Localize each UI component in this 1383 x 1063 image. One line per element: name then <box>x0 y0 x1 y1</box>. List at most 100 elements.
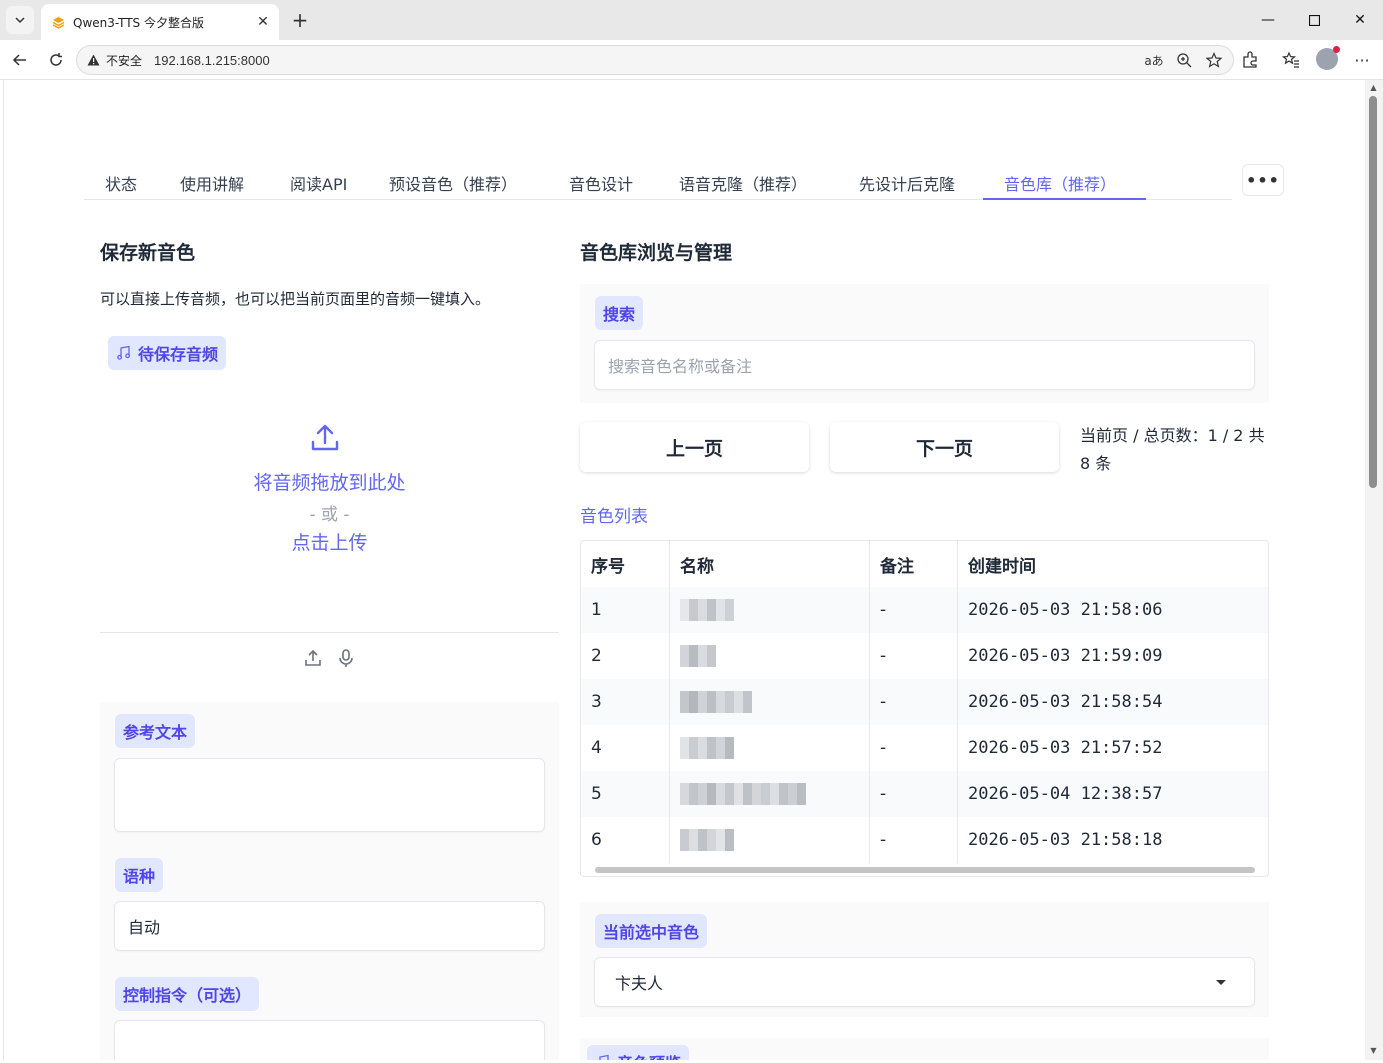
tab-voice-library[interactable]: 音色库（推荐） <box>1004 166 1116 200</box>
voice-preview-text: 音色预览 <box>617 1050 681 1060</box>
row-index: 2 <box>581 633 670 679</box>
row-note: - <box>870 679 958 725</box>
table-row[interactable]: 2 - 2026-05-03 21:59:09 <box>581 633 1268 679</box>
music-note-icon <box>599 1054 609 1060</box>
row-name-blurred <box>670 771 870 817</box>
tab-design-then-clone[interactable]: 先设计后克隆 <box>859 166 955 200</box>
pending-audio-text: 待保存音频 <box>138 345 219 364</box>
browser-toolbar: 不安全 192.168.1.215:8000 aあ ··· <box>0 40 1383 80</box>
row-index: 6 <box>581 817 670 863</box>
save-voice-title: 保存新音色 <box>100 242 196 264</box>
browser-titlebar: Qwen3-TTS 今夕整合版 ✕ + — ✕ <box>0 0 1383 40</box>
tab-preset-voices[interactable]: 预设音色（推荐） <box>389 166 517 200</box>
blurred-name <box>680 691 752 713</box>
audio-dropzone[interactable]: 待保存音频 将音频拖放到此处 - 或 - 点击上传 <box>100 332 559 680</box>
table-scroll-thumb[interactable] <box>595 867 1255 873</box>
table-row[interactable]: 1 - 2026-05-03 21:58:06 <box>581 587 1268 633</box>
maximize-icon[interactable] <box>1291 0 1337 40</box>
zoom-icon[interactable] <box>1173 49 1195 71</box>
music-note-icon <box>117 345 131 360</box>
favorites-icon[interactable] <box>1279 48 1303 72</box>
new-tab-icon[interactable]: + <box>288 8 312 32</box>
library-title: 音色库浏览与管理 <box>580 242 733 264</box>
url-text[interactable]: 192.168.1.215:8000 <box>154 53 270 68</box>
or-separator: - 或 - <box>309 505 350 525</box>
scroll-down-icon[interactable]: ▼ <box>1369 1047 1378 1055</box>
back-icon[interactable] <box>6 46 34 74</box>
language-select[interactable]: 自动 <box>114 901 545 951</box>
selected-voice-dropdown[interactable]: 卞夫人 <box>594 957 1255 1007</box>
upload-file-icon[interactable] <box>303 648 323 668</box>
click-upload-link[interactable]: 点击上传 <box>100 528 559 555</box>
table-row[interactable]: 4 - 2026-05-03 21:57:52 <box>581 725 1268 771</box>
row-created: 2026-05-04 12:38:57 <box>968 784 1163 804</box>
close-window-icon[interactable]: ✕ <box>1337 0 1383 40</box>
row-index: 5 <box>581 771 670 817</box>
page-scrollbar[interactable]: ▲ ▼ <box>1365 80 1383 1060</box>
close-tab-icon[interactable]: ✕ <box>253 12 273 32</box>
tab-read-api[interactable]: 阅读API <box>290 166 347 200</box>
col-created[interactable]: 创建时间 <box>958 541 1268 587</box>
search-input[interactable]: 搜索音色名称或备注 <box>594 340 1255 390</box>
address-bar[interactable]: 不安全 192.168.1.215:8000 aあ <box>76 45 1234 75</box>
favorite-star-icon[interactable] <box>1203 49 1225 71</box>
save-voice-description: 可以直接上传音频，也可以把当前页面里的音频一键填入。 <box>100 290 491 308</box>
row-created: 2026-05-03 21:57:52 <box>968 738 1163 758</box>
row-note: - <box>870 771 958 817</box>
tab-voice-design[interactable]: 音色设计 <box>569 166 633 200</box>
translate-icon[interactable]: aあ <box>1143 49 1165 71</box>
ref-text-label: 参考文本 <box>115 714 196 748</box>
next-page-button[interactable]: 下一页 <box>830 422 1059 472</box>
row-created: 2026-05-03 21:58:54 <box>968 692 1163 712</box>
col-index[interactable]: 序号 <box>581 541 670 587</box>
table-row[interactable]: 5 - 2026-05-04 12:38:57 <box>581 771 1268 817</box>
page-viewport: 状态 使用讲解 阅读API 预设音色（推荐） 音色设计 语音克隆（推荐） 先设计… <box>3 80 1365 1060</box>
reload-icon[interactable] <box>42 46 70 74</box>
page-scroll-thumb[interactable] <box>1369 96 1377 488</box>
microphone-icon[interactable] <box>336 648 356 668</box>
active-tab-indicator <box>983 198 1146 200</box>
col-name[interactable]: 名称 <box>670 541 870 587</box>
browser-tab-title: Qwen3-TTS 今夕整合版 <box>73 15 204 30</box>
security-label: 不安全 <box>106 53 143 68</box>
notification-dot <box>1333 46 1340 53</box>
row-created: 2026-05-03 21:58:18 <box>968 830 1163 850</box>
instruction-label: 控制指令（可选） <box>115 977 260 1011</box>
ref-text-input[interactable] <box>114 758 545 832</box>
row-name-blurred <box>670 817 870 863</box>
row-note: - <box>870 725 958 771</box>
instruction-input[interactable] <box>114 1020 545 1060</box>
blurred-name <box>680 737 734 759</box>
selected-voice-label: 当前选中音色 <box>595 914 708 948</box>
more-tabs-button[interactable]: ••• <box>1242 164 1284 196</box>
row-index: 3 <box>581 679 670 725</box>
upload-icon <box>309 422 341 454</box>
voice-preview-label: 音色预览 <box>587 1045 690 1060</box>
dropdown-caret-icon <box>1216 980 1226 985</box>
tab-status[interactable]: 状态 <box>105 166 137 200</box>
extensions-icon[interactable] <box>1238 48 1262 72</box>
blurred-name <box>680 783 806 805</box>
row-index: 1 <box>581 587 670 633</box>
page-info: 当前页 / 总页数：1 / 2 共 8 条 <box>1080 426 1265 473</box>
tab-voice-clone[interactable]: 语音克隆（推荐） <box>679 166 807 200</box>
security-indicator[interactable]: 不安全 <box>87 52 142 69</box>
tab-list-button[interactable] <box>6 6 34 34</box>
prev-page-button[interactable]: 上一页 <box>580 422 809 472</box>
search-label: 搜索 <box>595 296 644 330</box>
scroll-up-icon[interactable]: ▲ <box>1369 84 1378 92</box>
favicon-icon <box>51 15 65 29</box>
row-note: - <box>870 587 958 633</box>
row-name-blurred <box>670 725 870 771</box>
browser-tab[interactable]: Qwen3-TTS 今夕整合版 ✕ <box>41 4 279 40</box>
col-note[interactable]: 备注 <box>870 541 958 587</box>
language-label: 语种 <box>115 858 164 892</box>
settings-more-icon[interactable]: ··· <box>1350 48 1374 72</box>
tab-guide[interactable]: 使用讲解 <box>180 166 244 200</box>
table-horizontal-scrollbar[interactable] <box>581 864 1268 876</box>
row-name-blurred <box>670 633 870 679</box>
row-name-blurred <box>670 587 870 633</box>
table-row[interactable]: 3 - 2026-05-03 21:58:54 <box>581 679 1268 725</box>
table-row[interactable]: 6 - 2026-05-03 21:58:18 <box>581 817 1268 863</box>
minimize-icon[interactable]: — <box>1245 0 1291 40</box>
